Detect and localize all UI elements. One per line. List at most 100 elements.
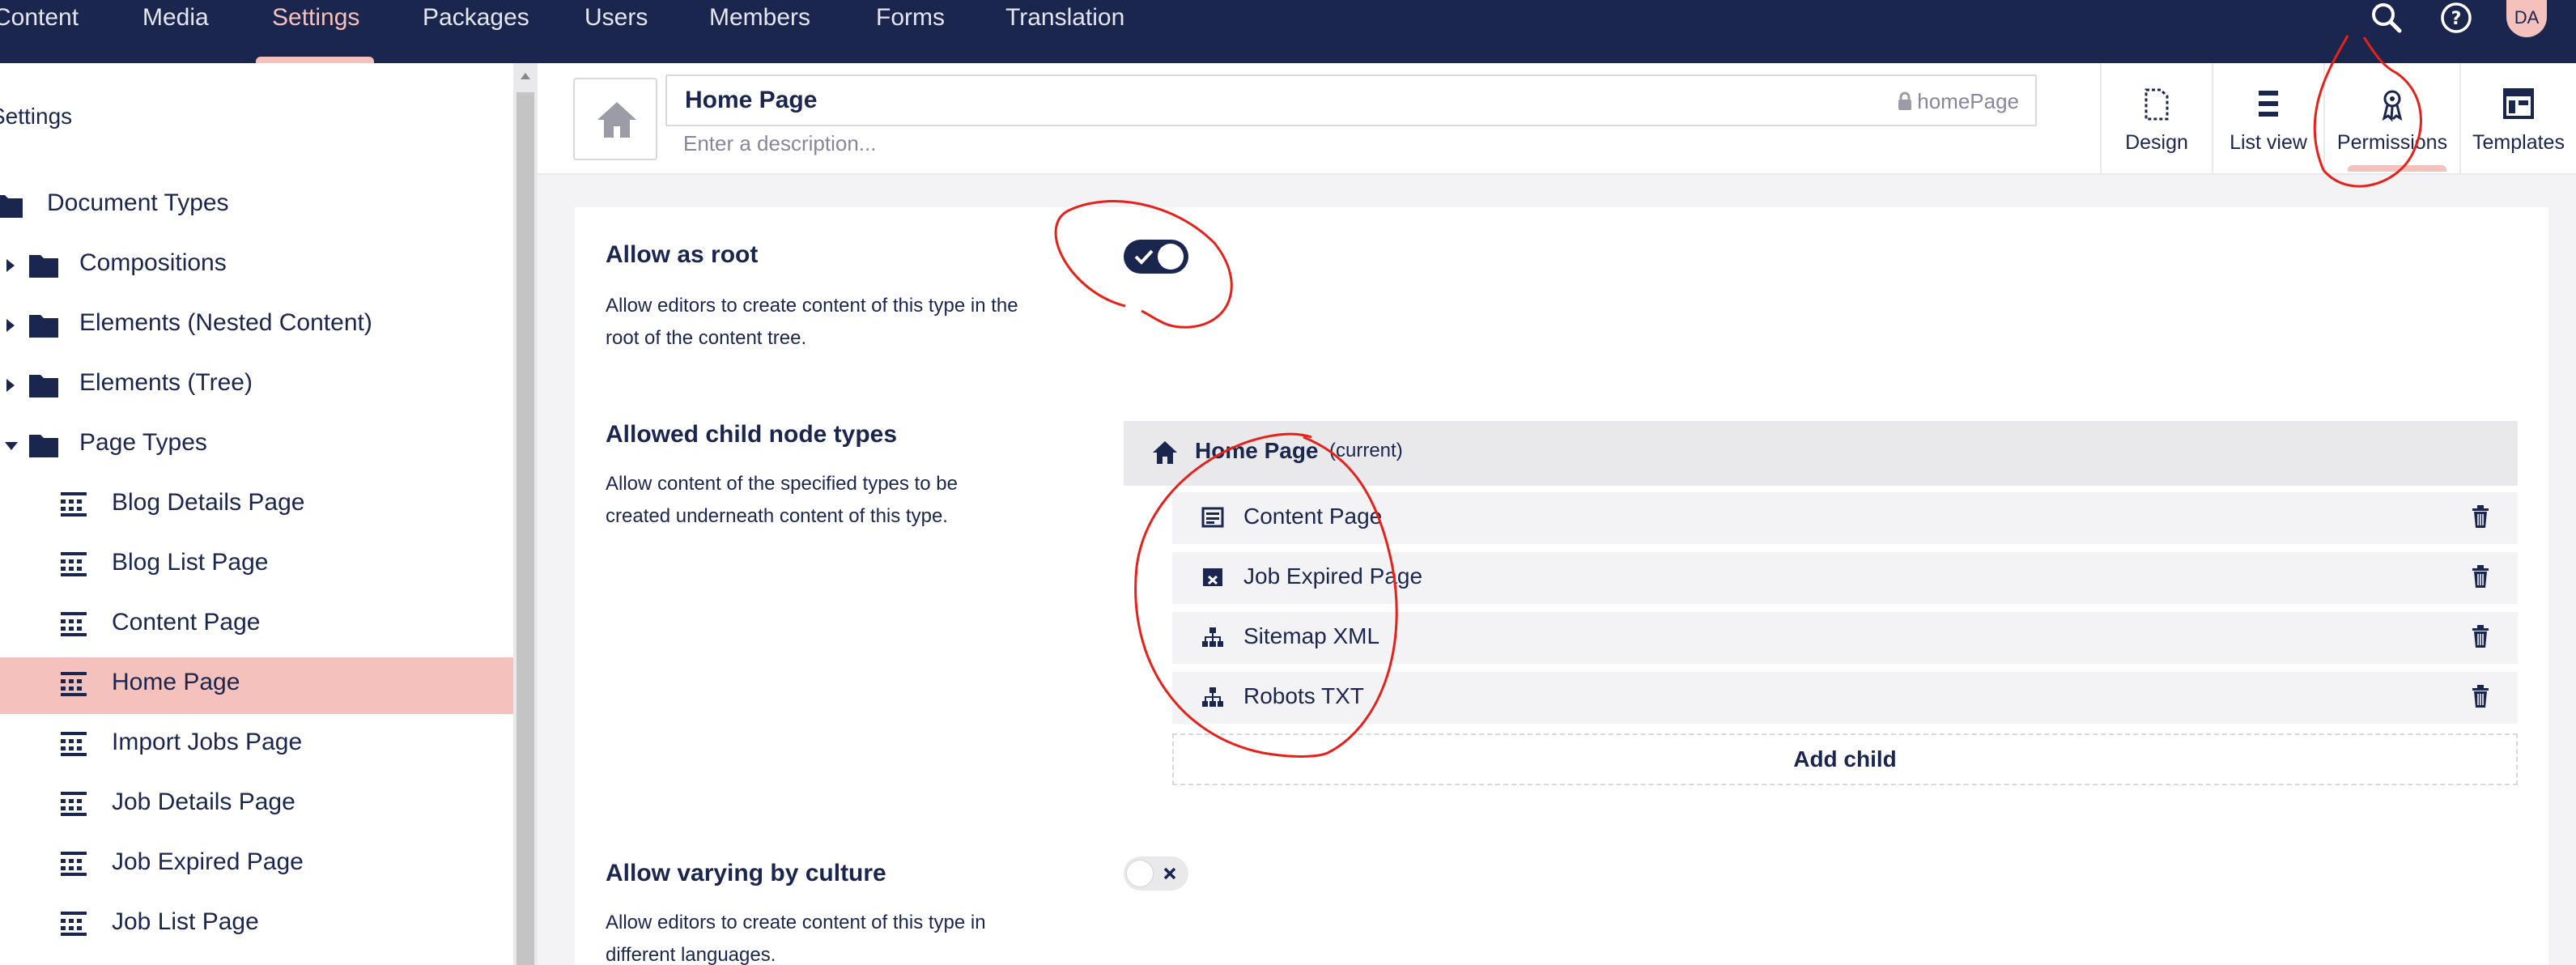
doctype-grid-icon — [61, 852, 87, 876]
scroll-up-arrow-icon[interactable] — [519, 71, 532, 81]
scroll-thumb[interactable] — [516, 92, 534, 965]
add-child-button[interactable]: Add child — [1172, 733, 2518, 785]
toggle-knob — [1158, 244, 1184, 270]
doctype-grid-icon — [61, 672, 87, 696]
doctype-grid-icon — [61, 492, 87, 517]
child-row-robots-txt: Robots TXT — [1172, 672, 2518, 724]
doctype-name-value: Home Page — [685, 87, 818, 113]
tree-item-content-page[interactable]: Content Page — [0, 597, 513, 654]
child-row-sitemap-xml: Sitemap XML — [1172, 612, 2518, 664]
lock-icon[interactable] — [1898, 91, 1912, 111]
parent-doctype-row: Home Page (current) — [1124, 421, 2518, 486]
trash-icon[interactable] — [2471, 504, 2490, 529]
app-templates[interactable]: Templates — [2461, 63, 2576, 173]
tree-item-label: Import Jobs Page — [112, 729, 303, 755]
child-name: Robots TXT — [1243, 683, 1364, 708]
child-name: Sitemap XML — [1243, 623, 1380, 648]
tree-item-label: Home Page — [112, 669, 240, 695]
doctype-grid-icon — [61, 552, 87, 576]
tree-item-job-expired-page[interactable]: Job Expired Page — [0, 837, 513, 894]
trash-icon[interactable] — [2471, 563, 2490, 589]
permissions-icon — [2382, 90, 2403, 121]
child-row-job-expired-page: Job Expired Page — [1172, 552, 2518, 604]
nav-forms[interactable]: Forms — [876, 0, 945, 63]
templates-icon — [2503, 88, 2534, 119]
checkmark-icon — [1134, 249, 1154, 265]
active-nav-indicator — [256, 57, 374, 63]
trash-icon[interactable] — [2471, 623, 2490, 649]
active-app-indicator — [2348, 165, 2446, 172]
nav-settings[interactable]: Settings — [272, 0, 359, 63]
tree-item-page-types[interactable]: Page Types — [0, 418, 513, 474]
search-icon[interactable] — [2369, 0, 2404, 36]
parent-doctype-name: Home Page — [1195, 438, 1319, 463]
caret-right-icon[interactable] — [5, 257, 16, 274]
document-icon — [2145, 88, 2169, 121]
nav-translation[interactable]: Translation — [1005, 0, 1124, 63]
content-page-icon — [1201, 507, 1224, 528]
allow-root-toggle[interactable] — [1124, 240, 1188, 274]
top-navigation-bar: Content Media Settings Packages Users Me… — [0, 0, 2576, 63]
app-list-view[interactable]: List view — [2213, 63, 2323, 173]
child-types-label: Allowed child node types — [606, 421, 898, 448]
caret-right-icon[interactable] — [5, 317, 16, 334]
tree-item-label: Document Types — [47, 189, 229, 216]
allow-root-description: Allow editors to create content of this … — [606, 295, 1018, 349]
folder-icon — [29, 255, 58, 278]
vary-culture-description: Allow editors to create content of this … — [606, 912, 986, 965]
child-row-content-page: Content Page — [1172, 492, 2518, 544]
vary-culture-toggle[interactable] — [1124, 857, 1188, 891]
tree-item-label: Content Page — [112, 609, 261, 636]
tree-item-blog-details-page[interactable]: Blog Details Page — [0, 478, 513, 534]
toggle-knob — [1127, 861, 1153, 886]
list-icon — [2259, 91, 2278, 117]
help-icon[interactable]: ? — [2438, 0, 2474, 36]
caret-down-icon[interactable] — [3, 440, 19, 452]
parent-current-tag: (current) — [1329, 440, 1403, 461]
doctype-name-field[interactable]: Home Page homePage — [665, 74, 2037, 126]
tree-item-label: Job Details Page — [112, 789, 295, 815]
app-label: Templates — [2472, 131, 2565, 154]
app-label: Permissions — [2336, 131, 2448, 154]
tree-item-home-page[interactable]: Home Page — [0, 657, 513, 714]
tree-item-document-types[interactable]: Document Types — [0, 178, 513, 235]
doctype-grid-icon — [61, 912, 87, 936]
allow-root-label: Allow as root — [606, 241, 759, 268]
folder-icon — [0, 195, 23, 218]
svg-text:?: ? — [2451, 9, 2462, 29]
alias-field[interactable]: homePage — [1898, 89, 2019, 114]
nav-media[interactable]: Media — [142, 0, 209, 63]
tree-item-elements-nested-content[interactable]: Elements (Nested Content) — [0, 298, 513, 355]
tree-item-blog-list-page[interactable]: Blog List Page — [0, 538, 513, 594]
tree-item-label: Job List Page — [112, 908, 259, 935]
tree-item-job-details-page[interactable]: Job Details Page — [0, 777, 513, 834]
folder-icon — [29, 375, 58, 397]
doctype-grid-icon — [61, 732, 87, 756]
child-name: Job Expired Page — [1243, 563, 1423, 589]
tree-item-import-jobs-page[interactable]: Import Jobs Page — [0, 717, 513, 774]
doctype-icon-picker[interactable] — [573, 78, 657, 160]
user-avatar[interactable]: DA — [2506, 0, 2547, 37]
tree-item-label: Elements (Tree) — [79, 369, 253, 396]
sidebar-scrollbar[interactable] — [513, 63, 538, 965]
expired-page-icon — [1203, 568, 1222, 586]
home-icon — [597, 102, 636, 138]
nav-content[interactable]: Content — [0, 0, 79, 63]
tree-item-compositions[interactable]: Compositions — [0, 238, 513, 295]
nav-users[interactable]: Users — [584, 0, 648, 63]
app-label: Design — [2125, 131, 2188, 154]
description-field[interactable]: Enter a description... — [683, 131, 876, 156]
tree-item-job-list-page[interactable]: Job List Page — [0, 897, 513, 954]
child-name: Content Page — [1243, 504, 1383, 529]
tree-item-elements-tree[interactable]: Elements (Tree) — [0, 358, 513, 414]
alias-value: homePage — [1917, 89, 2019, 113]
nav-packages[interactable]: Packages — [423, 0, 529, 63]
tree-item-label: Blog Details Page — [112, 489, 305, 516]
doctype-grid-icon — [61, 612, 87, 636]
nav-members[interactable]: Members — [709, 0, 810, 63]
app-permissions[interactable]: Permissions — [2325, 63, 2459, 173]
caret-right-icon[interactable] — [5, 377, 16, 393]
app-design[interactable]: Design — [2102, 63, 2212, 173]
trash-icon[interactable] — [2471, 683, 2490, 709]
sidebar-title: Settings — [0, 104, 73, 129]
